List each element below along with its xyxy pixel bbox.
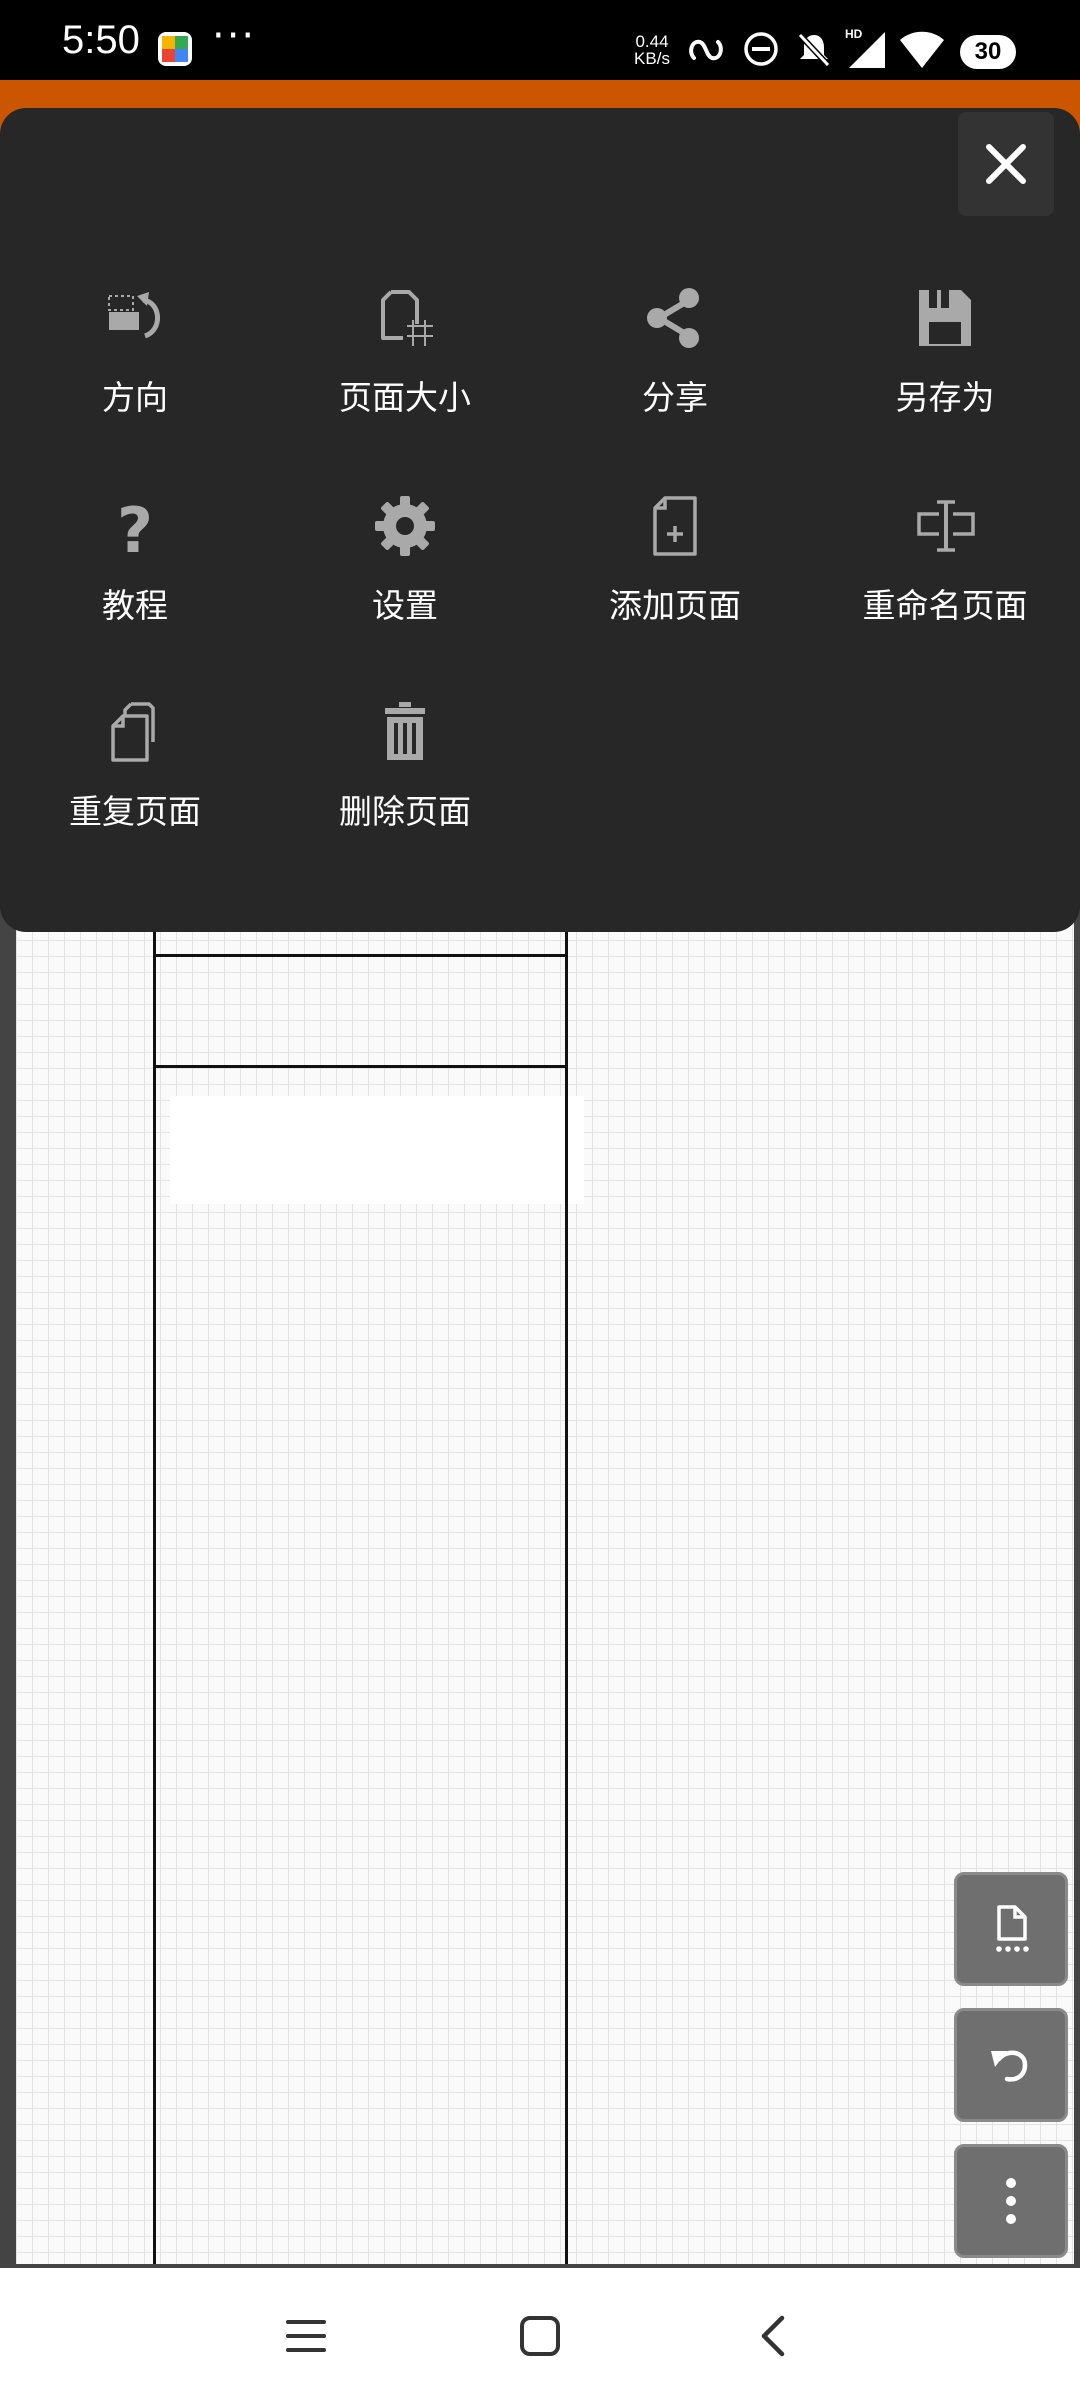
home-button[interactable] (510, 2306, 570, 2366)
menu-item-label: 重复页面 (69, 792, 201, 831)
svg-text:?: ? (117, 494, 153, 558)
menu-item-save-as[interactable]: 另存为 (810, 286, 1080, 476)
page-options-icon (996, 1905, 1029, 1952)
share-icon (643, 286, 707, 350)
back-button[interactable] (744, 2306, 804, 2366)
gear-icon (373, 494, 437, 558)
do-not-disturb-icon (742, 30, 780, 72)
menu-item-label: 分享 (642, 378, 708, 417)
menu-item-label: 教程 (102, 586, 168, 625)
wifi-icon (898, 28, 946, 74)
menu-item-share[interactable]: 分享 (540, 286, 810, 476)
more-vertical-icon (1006, 2178, 1016, 2224)
drawn-line (153, 954, 568, 957)
back-icon (761, 2315, 785, 2357)
menu-item-label: 方向 (102, 378, 168, 417)
menu-item-duplicate-page[interactable]: 重复页面 (0, 700, 270, 890)
more-notifications-indicator: ··· (212, 13, 257, 59)
hd-label: HD (845, 27, 863, 41)
drawn-box (170, 1096, 584, 1204)
page-menu-dialog: 方向 页面大小 分享 另存为 ? 教程 设置 添加页面 重命名页面 重复页面 删… (0, 108, 1080, 932)
add-page-icon (643, 494, 707, 558)
battery-level: 30 (960, 35, 1016, 69)
menu-item-label: 页面大小 (339, 378, 471, 417)
status-bar: 5:50 ··· 0.44 KB/s HD 30 (0, 0, 1080, 80)
rename-icon (913, 494, 977, 558)
menu-item-tutorial[interactable]: ? 教程 (0, 494, 270, 684)
save-as-icon (913, 286, 977, 350)
menu-item-delete-page[interactable]: 删除页面 (270, 700, 540, 890)
undo-button[interactable] (954, 2008, 1068, 2122)
help-icon: ? (103, 494, 167, 558)
page-options-button[interactable] (954, 1872, 1068, 1986)
drawn-line (153, 930, 156, 2264)
page-size-icon (373, 286, 437, 350)
drawn-line (565, 930, 568, 2264)
network-speed-unit: KB/s (634, 49, 670, 68)
menu-item-label: 另存为 (895, 378, 995, 417)
trash-icon (373, 700, 437, 764)
app-notification-icon (158, 32, 192, 66)
orientation-icon (103, 286, 167, 350)
menu-item-label: 重命名页面 (862, 586, 1028, 625)
link-icon (686, 30, 726, 74)
close-button[interactable] (958, 112, 1054, 216)
drawn-line (153, 1065, 568, 1068)
menu-item-label: 添加页面 (609, 586, 741, 625)
menu-item-page-size[interactable]: 页面大小 (270, 286, 540, 476)
mute-icon (795, 30, 833, 72)
cell-signal-icon: HD (845, 26, 887, 74)
menu-item-rename-page[interactable]: 重命名页面 (810, 494, 1080, 684)
menu-item-label: 设置 (372, 586, 438, 625)
duplicate-page-icon (103, 700, 167, 764)
menu-item-orientation[interactable]: 方向 (0, 286, 270, 476)
recents-button[interactable] (276, 2306, 336, 2366)
more-options-button[interactable] (954, 2144, 1068, 2258)
menu-item-add-page[interactable]: 添加页面 (540, 494, 810, 684)
home-icon (520, 2316, 560, 2356)
network-speed-value: 0.44 (635, 32, 669, 51)
menu-item-settings[interactable]: 设置 (270, 494, 540, 684)
menu-icon (286, 2320, 326, 2352)
menu-item-label: 删除页面 (339, 792, 471, 831)
undo-icon (991, 2050, 1028, 2082)
close-icon (986, 144, 1026, 184)
network-speed: 0.44 KB/s (626, 33, 678, 67)
status-time: 5:50 (62, 18, 140, 62)
system-nav-bar (0, 2268, 1080, 2400)
